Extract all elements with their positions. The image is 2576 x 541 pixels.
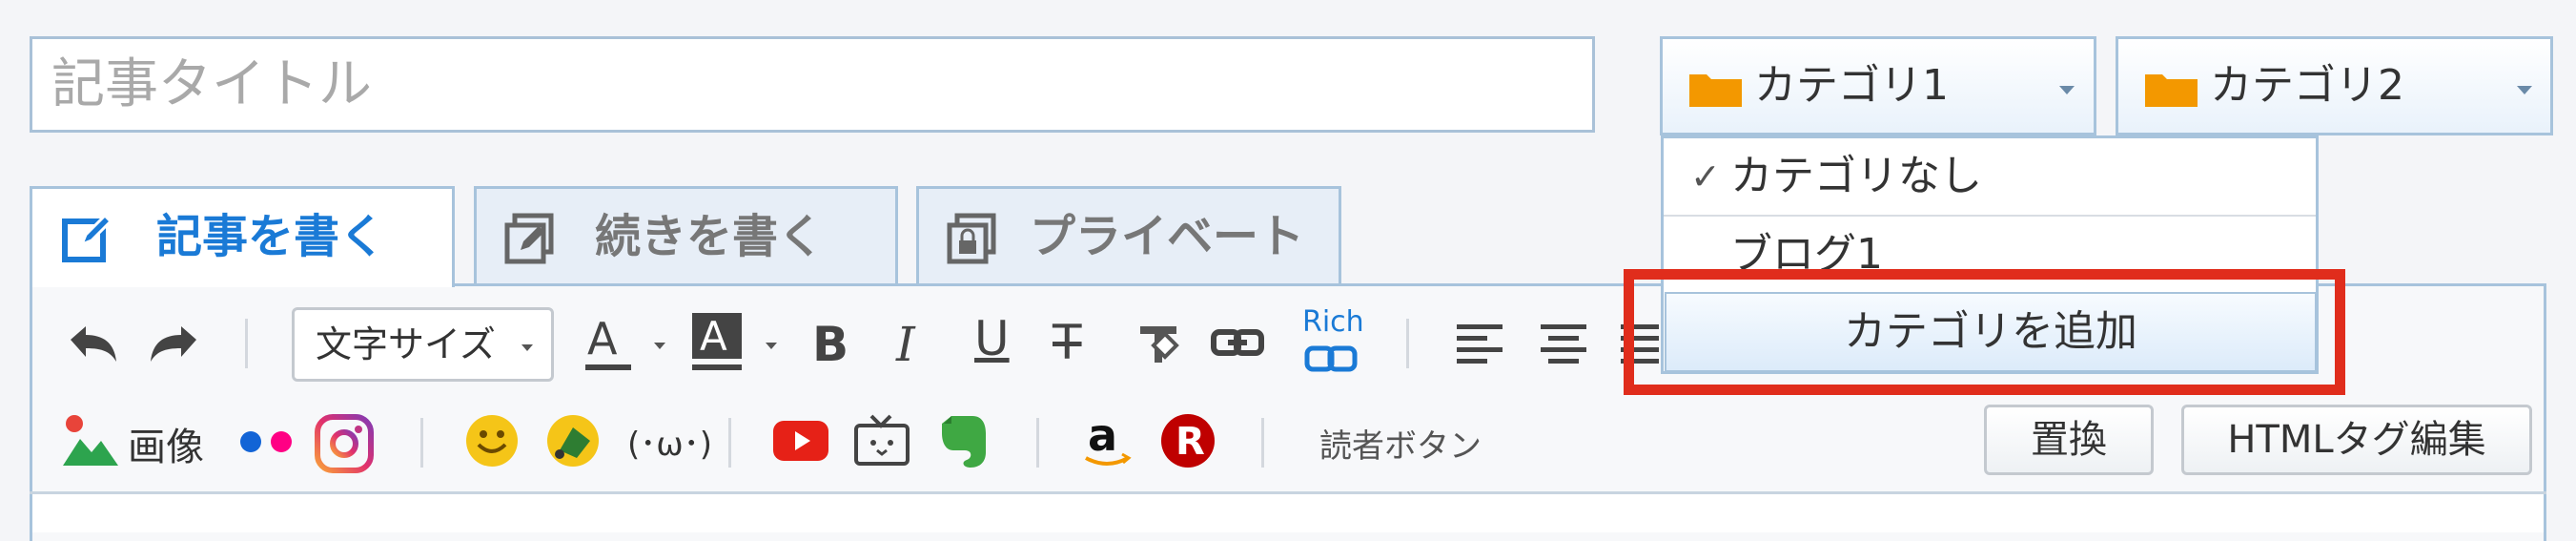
rich-link-label: Rich — [1302, 305, 1364, 339]
clear-format-icon[interactable] — [1135, 321, 1182, 368]
youtube-icon[interactable] — [772, 420, 829, 462]
edit-icon — [504, 213, 554, 264]
tab-write-article[interactable]: 記事を書く — [30, 186, 455, 287]
svg-text:a: a — [1088, 412, 1117, 461]
dropdown-item-no-category[interactable]: ✓ カテゴリなし — [1664, 138, 2316, 215]
link-icon — [1304, 345, 1358, 372]
sticker-icon[interactable] — [544, 412, 602, 469]
category-select-1[interactable]: カテゴリ1 — [1660, 36, 2096, 135]
link-icon[interactable] — [1211, 324, 1264, 363]
editor-content-area[interactable] — [32, 494, 2544, 532]
chevron-down-icon — [521, 344, 533, 351]
html-edit-button[interactable]: HTMLタグ編集 — [2181, 405, 2532, 475]
tab-label: プライベート — [1030, 210, 1305, 263]
svg-text:R: R — [1176, 420, 1205, 464]
bold-icon[interactable]: B — [812, 321, 848, 368]
folder-icon — [2145, 74, 2198, 107]
background-color-icon: A — [700, 313, 727, 360]
divider — [420, 418, 423, 468]
lock-icon — [947, 213, 996, 264]
chevron-down-icon[interactable] — [654, 343, 665, 349]
edit-icon — [62, 213, 113, 262]
tab-label: 記事を書く — [156, 210, 386, 263]
divider — [728, 418, 731, 468]
chevron-down-icon[interactable] — [766, 343, 777, 349]
image-button[interactable]: 画像 — [63, 412, 215, 469]
strikethrough-icon[interactable]: T — [1053, 319, 1082, 366]
font-size-label: 文字サイズ — [316, 323, 496, 365]
reader-button[interactable]: 読者ボタン — [1319, 420, 1482, 467]
dropdown-item-label: カテゴリなし — [1730, 152, 1982, 200]
background-color-button[interactable]: A — [690, 311, 749, 376]
category-select-2-label: カテゴリ2 — [2210, 61, 2404, 110]
tab-private[interactable]: プライベート — [916, 186, 1341, 283]
chevron-down-icon — [2517, 86, 2532, 94]
emoticon-button[interactable]: (･ω･) — [627, 418, 712, 465]
check-icon: ✓ — [1690, 156, 1721, 198]
highlight-box — [1624, 269, 2345, 395]
evernote-icon[interactable] — [940, 410, 992, 469]
category-select-2[interactable]: カテゴリ2 — [2116, 36, 2553, 135]
align-center-icon[interactable] — [1539, 323, 1588, 364]
article-title-input[interactable] — [30, 36, 1595, 133]
text-color-icon: A — [587, 313, 618, 364]
folder-icon — [1689, 74, 1742, 107]
amazon-icon[interactable]: a — [1080, 412, 1134, 471]
text-color-button[interactable]: A — [582, 311, 641, 376]
redo-icon[interactable] — [147, 323, 200, 366]
image-icon — [63, 415, 118, 466]
divider — [1261, 418, 1264, 468]
align-left-icon[interactable] — [1455, 323, 1504, 364]
rakuten-icon[interactable]: R — [1159, 412, 1216, 469]
rich-link-button[interactable]: Rich — [1298, 305, 1367, 382]
flickr-icon[interactable] — [238, 429, 296, 454]
divider — [245, 319, 248, 368]
divider — [1406, 319, 1409, 368]
undo-icon[interactable] — [67, 323, 120, 366]
replace-button[interactable]: 置換 — [1984, 405, 2154, 475]
category-select-1-label: カテゴリ1 — [1754, 61, 1949, 110]
instagram-icon[interactable] — [315, 414, 374, 473]
niconico-icon[interactable] — [852, 412, 911, 469]
divider — [1036, 418, 1039, 468]
underline-icon[interactable]: U — [974, 315, 1010, 363]
chevron-down-icon — [2059, 86, 2075, 94]
emoji-icon[interactable] — [463, 412, 521, 469]
tab-label: 続きを書く — [595, 210, 825, 263]
tab-write-continuation[interactable]: 続きを書く — [474, 186, 898, 283]
image-label: 画像 — [128, 426, 204, 469]
font-size-select[interactable]: 文字サイズ — [292, 307, 554, 382]
italic-icon[interactable]: I — [896, 321, 915, 368]
